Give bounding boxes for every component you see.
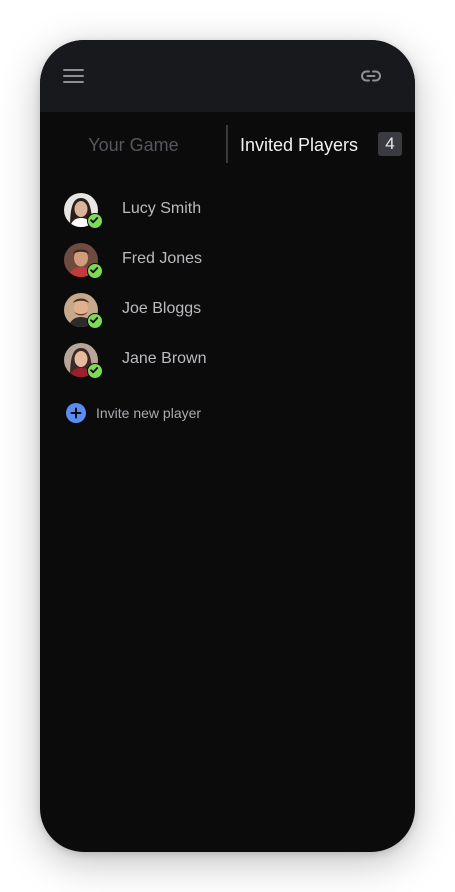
tab-your-game[interactable]: Your Game (40, 112, 227, 178)
tab-bar: Your Game Invited Players (40, 112, 415, 178)
hamburger-menu-icon[interactable] (60, 64, 88, 88)
tab-invited-players[interactable]: Invited Players (240, 112, 358, 178)
player-name: Fred Jones (122, 250, 203, 267)
invite-new-player-label: Invite new player (96, 405, 202, 421)
tab-your-game-label: Your Game (88, 134, 179, 155)
invited-count-badge: 4 (378, 132, 402, 156)
link-icon[interactable] (357, 62, 385, 90)
list-item[interactable]: Joe Bloggs (40, 284, 415, 334)
accepted-check-icon (87, 213, 103, 229)
tab-invited-players-label: Invited Players (240, 134, 359, 155)
invite-new-player-button[interactable]: Invite new player (66, 402, 201, 424)
list-item[interactable]: Fred Jones (40, 234, 415, 284)
list-item[interactable]: Lucy Smith (40, 184, 415, 234)
tab-divider (226, 125, 228, 163)
accepted-check-icon (87, 363, 103, 379)
phone-screen: Your Game Invited Players 4 Lucy Smith F… (40, 40, 415, 852)
top-bar (40, 40, 415, 112)
player-list: Lucy Smith Fred Jones Joe Bloggs Jane Br… (40, 184, 415, 384)
player-name: Joe Bloggs (122, 300, 202, 317)
accepted-check-icon (87, 263, 103, 279)
accepted-check-icon (87, 313, 103, 329)
plus-circle-icon (66, 403, 86, 423)
player-name: Lucy Smith (122, 200, 202, 217)
list-item[interactable]: Jane Brown (40, 334, 415, 384)
player-name: Jane Brown (122, 350, 207, 367)
